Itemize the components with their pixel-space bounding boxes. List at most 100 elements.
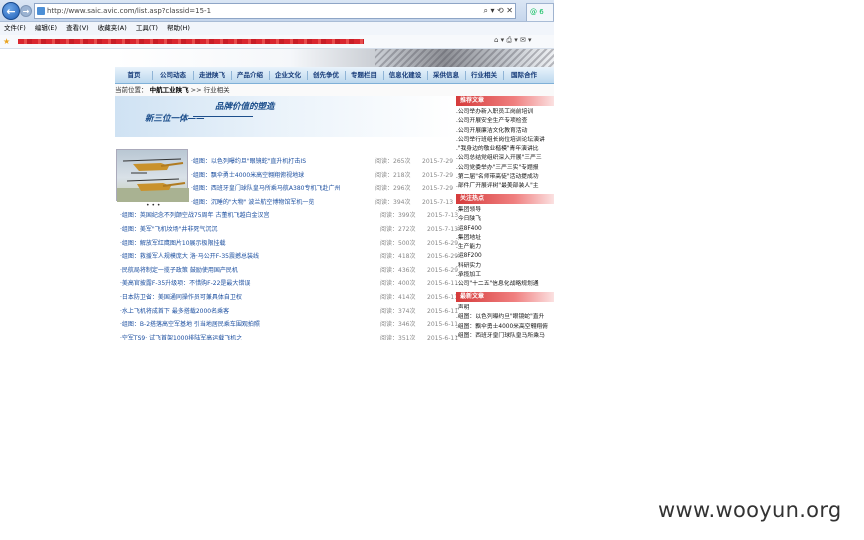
nav-about[interactable]: 走进陕飞 (194, 67, 230, 84)
news-title-link[interactable]: ·组图：救援军人规模庞大 洛·马公开F-35震撼总装线 (120, 251, 259, 263)
forward-button[interactable]: → (20, 5, 32, 17)
menu-view[interactable]: 查看(V) (66, 24, 89, 32)
news-title-link[interactable]: ·组图：以色列曝约旦"眼镜蛇"直升机打击IS (191, 156, 306, 168)
nav-products[interactable]: 产品介绍 (232, 67, 268, 84)
menu-help[interactable]: 帮助(H) (167, 24, 190, 32)
sidebar-link[interactable]: .运8F400 (456, 225, 554, 234)
news-date: 2015-6-11 (427, 321, 459, 329)
news-title-link[interactable]: ·日本防卫省：美国通同操作员可兼具体自卫权 (120, 292, 242, 304)
nav-procurement[interactable]: 采供信息 (428, 67, 464, 84)
sidebar-link[interactable]: .声明 (456, 304, 554, 313)
sidebar-link[interactable]: .组图：以色列曝约旦"眼镜蛇"直升 (456, 313, 554, 322)
menu-tools[interactable]: 工具(T) (136, 24, 158, 32)
sidebar-link[interactable]: ."我身边的敬业楷模"青年演讲比 (456, 145, 554, 154)
news-read-count: 阅读：394次 (375, 198, 411, 206)
breadcrumb-home[interactable]: 中航工业陕飞 (150, 86, 189, 94)
carousel-dots[interactable]: • • • (146, 202, 160, 209)
news-date: 2015-6-11 (427, 307, 459, 315)
sidebar-list-latest: .声明 .组图：以色列曝约旦"眼镜蛇"直升 .组图：飘伞勇士4000米高空翱翔俯 .组… (456, 304, 554, 340)
redacted-bar (18, 39, 364, 44)
news-row: ·组图：沉睡的"大物" 波兰航空博物馆军机一览 阅读：394次 2015-7-13 (191, 197, 454, 209)
news-row: ·日本防卫省：美国通同操作员可兼具体自卫权 阅读：414次 2015-6-11 (120, 292, 458, 304)
menu-edit[interactable]: 编辑(E) (35, 24, 57, 32)
favorites-bar: ★ ⌂ ▾ ⎙ ▾ ✉ ▾ (0, 35, 554, 49)
sidebar-link[interactable]: .科研实力 (456, 262, 554, 271)
news-date: 2015-6-29 (427, 253, 459, 261)
news-title-link[interactable]: ·组图：B-2搭落高空军基地 引当地居民乘车围观拍照 (120, 319, 260, 331)
sidebar-link[interactable]: .承揽加工 (456, 271, 554, 280)
sidebar-link[interactable]: .今日陕飞 (456, 215, 554, 224)
news-row: ·组图：以色列曝约旦"眼镜蛇"直升机打击IS 阅读：265次 2015-7-29 (191, 156, 454, 168)
toolbar-icons[interactable]: ⌂ ▾ ⎙ ▾ ✉ ▾ (494, 36, 532, 45)
news-read-count: 阅读：265次 (375, 158, 411, 165)
nav-excellence[interactable]: 创先争优 (308, 67, 344, 84)
sidebar-link[interactable]: .公司开展廉洁文化教育活动 (456, 127, 554, 136)
news-read-count: 阅读：436次 (380, 266, 416, 274)
sidebar-link[interactable]: .公司举行班组长岗位培训论坛演讲 (456, 136, 554, 145)
sidebar-link[interactable]: .组图：飘伞勇士4000米高空翱翔俯 (456, 323, 554, 332)
nav-news[interactable]: 公司动态 (153, 67, 193, 84)
news-title-link[interactable]: ·组图：飘伞勇士4000米高空翱翔俯视地球 (191, 170, 304, 182)
news-title-link[interactable]: ·组图：沉睡的"大物" 波兰航空博物馆军机一览 (191, 197, 314, 209)
nav-informatization[interactable]: 信息化建设 (384, 67, 426, 84)
news-date: 2015-7-13 (422, 198, 454, 206)
sidebar-heading-hot: 关注热点 (456, 194, 554, 204)
sidebar-link[interactable]: .集团领导 (456, 206, 554, 215)
news-title-link[interactable]: ·民航局将制定一揽子政策 鼓励使用国产民机 (120, 265, 238, 277)
sidebar-link[interactable]: .组图：西班牙皇门球队皇马所乘马 (456, 332, 554, 340)
address-bar[interactable]: http://www.saic.avic.com/list.asp?classi… (34, 3, 516, 19)
news-row: ·组图：飘伞勇士4000米高空翱翔俯视地球 阅读：218次 2015-7-29 (191, 170, 454, 182)
breadcrumb-current: 行业相关 (203, 86, 230, 94)
news-title-link[interactable]: ·组图：英国纪念不列颠空战75周年 古董机飞越白金汉宫 (120, 210, 269, 222)
sidebar-link[interactable]: .集团地址 (456, 234, 554, 243)
sidebar-link[interactable]: .公司"十二五"信息化战略规划通 (456, 280, 554, 289)
news-read-count: 阅读：418次 (380, 253, 416, 261)
browser-tab[interactable]: @ 6 (526, 3, 554, 21)
nav-special[interactable]: 专题栏目 (346, 67, 382, 84)
news-date: 2015-7-29 (422, 171, 454, 179)
menu-file[interactable]: 文件(F) (4, 24, 26, 32)
menu-favorites[interactable]: 收藏夹(A) (98, 24, 127, 32)
sidebar-link[interactable]: .运8F200 (456, 252, 554, 261)
sidebar-link[interactable]: .公司党委举办"三严三实"专题报 (456, 164, 554, 173)
screenshot: ← → http://www.saic.avic.com/list.asp?cl… (0, 0, 864, 540)
nav-international[interactable]: 国际合作 (504, 67, 544, 84)
news-read-count: 阅读：374次 (380, 307, 416, 315)
news-title-link[interactable]: ·水上飞机将成首下 最多搭载2000名乘客 (120, 306, 229, 318)
sidebar-link[interactable]: .第二届"名师带高徒"活动提成功 (456, 173, 554, 182)
news-photo[interactable] (116, 149, 189, 202)
news-row: ·空军TS9· 试飞首架1000排陆军高运载飞机之 阅读：351次 2015-6-1… (120, 333, 458, 340)
news-date: 2015-6-11 (427, 334, 459, 340)
sidebar-link[interactable]: .公司举办新入职员工岗前培训 (456, 108, 554, 117)
sidebar-link[interactable]: .生产能力 (456, 243, 554, 252)
sidebar-heading-recommended: 推荐文章 (456, 96, 554, 106)
news-read-count: 阅读：400次 (380, 280, 416, 288)
address-bar-row: ← → http://www.saic.avic.com/list.asp?cl… (0, 0, 554, 22)
address-bar-buttons[interactable]: ⌕ ▾ ⟲ ✕ (483, 4, 513, 18)
news-title-link[interactable]: ·组图：解放军红鹰图片10展示极限挂载 (120, 238, 226, 250)
web-page: 首页 公司动态 走进陕飞 产品介绍 企业文化 创先争优 专题栏目 信息化建设 采… (0, 49, 554, 340)
sidebar: 推荐文章 .公司举办新入职员工岗前培训 .公司开展安全生产专项检查 .公司开展廉洁文… (456, 96, 554, 340)
news-read-count: 阅读：414次 (380, 294, 416, 301)
news-title-link[interactable]: ·组图：美军"飞机坟场"井非死气沉沉 (120, 224, 217, 236)
news-read-count: 阅读：346次 (380, 321, 416, 329)
news-title-link[interactable]: ·美高官披露F-35升级项：不惜购F-22是最大错误 (120, 278, 250, 290)
back-button[interactable]: ← (2, 2, 20, 20)
news-title-link[interactable]: ·组图：西班牙皇门球队皇马所乘马航A380专机飞赴广州 (191, 183, 340, 195)
nav-home[interactable]: 首页 (117, 67, 151, 84)
sidebar-list-hot: .集团领导 .今日陕飞 .运8F400 .集团地址 .生产能力 .运8F200 .科研实力.… (456, 206, 554, 290)
favorites-star-icon[interactable]: ★ (3, 37, 10, 46)
nav-industry[interactable]: 行业相关 (466, 67, 502, 84)
news-row: ·组图：救援军人规模庞大 洛·马公开F-35震撼总装线 阅读：418次 2015-6… (120, 251, 458, 263)
news-title-link[interactable]: ·空军TS9· 试飞首架1000排陆军高运载飞机之 (120, 333, 242, 340)
banner-image (375, 49, 554, 67)
nav-culture[interactable]: 企业文化 (270, 67, 306, 84)
news-row: ·民航局将制定一揽子政策 鼓励使用国产民机 阅读：436次 2015-6-29 (120, 265, 458, 277)
sidebar-link[interactable]: .公司总结党组织深入开展"三严三 (456, 154, 554, 163)
sidebar-link[interactable]: .部件厂开展评树"最美部装人"主 (456, 182, 554, 191)
site-banner (115, 49, 554, 67)
hero-swoosh (193, 116, 253, 117)
helicopter-image (117, 158, 189, 202)
sidebar-link[interactable]: .公司开展安全生产专项检查 (456, 117, 554, 126)
breadcrumb: 当前位置： 中航工业陕飞 >> 行业相关 (115, 84, 554, 96)
